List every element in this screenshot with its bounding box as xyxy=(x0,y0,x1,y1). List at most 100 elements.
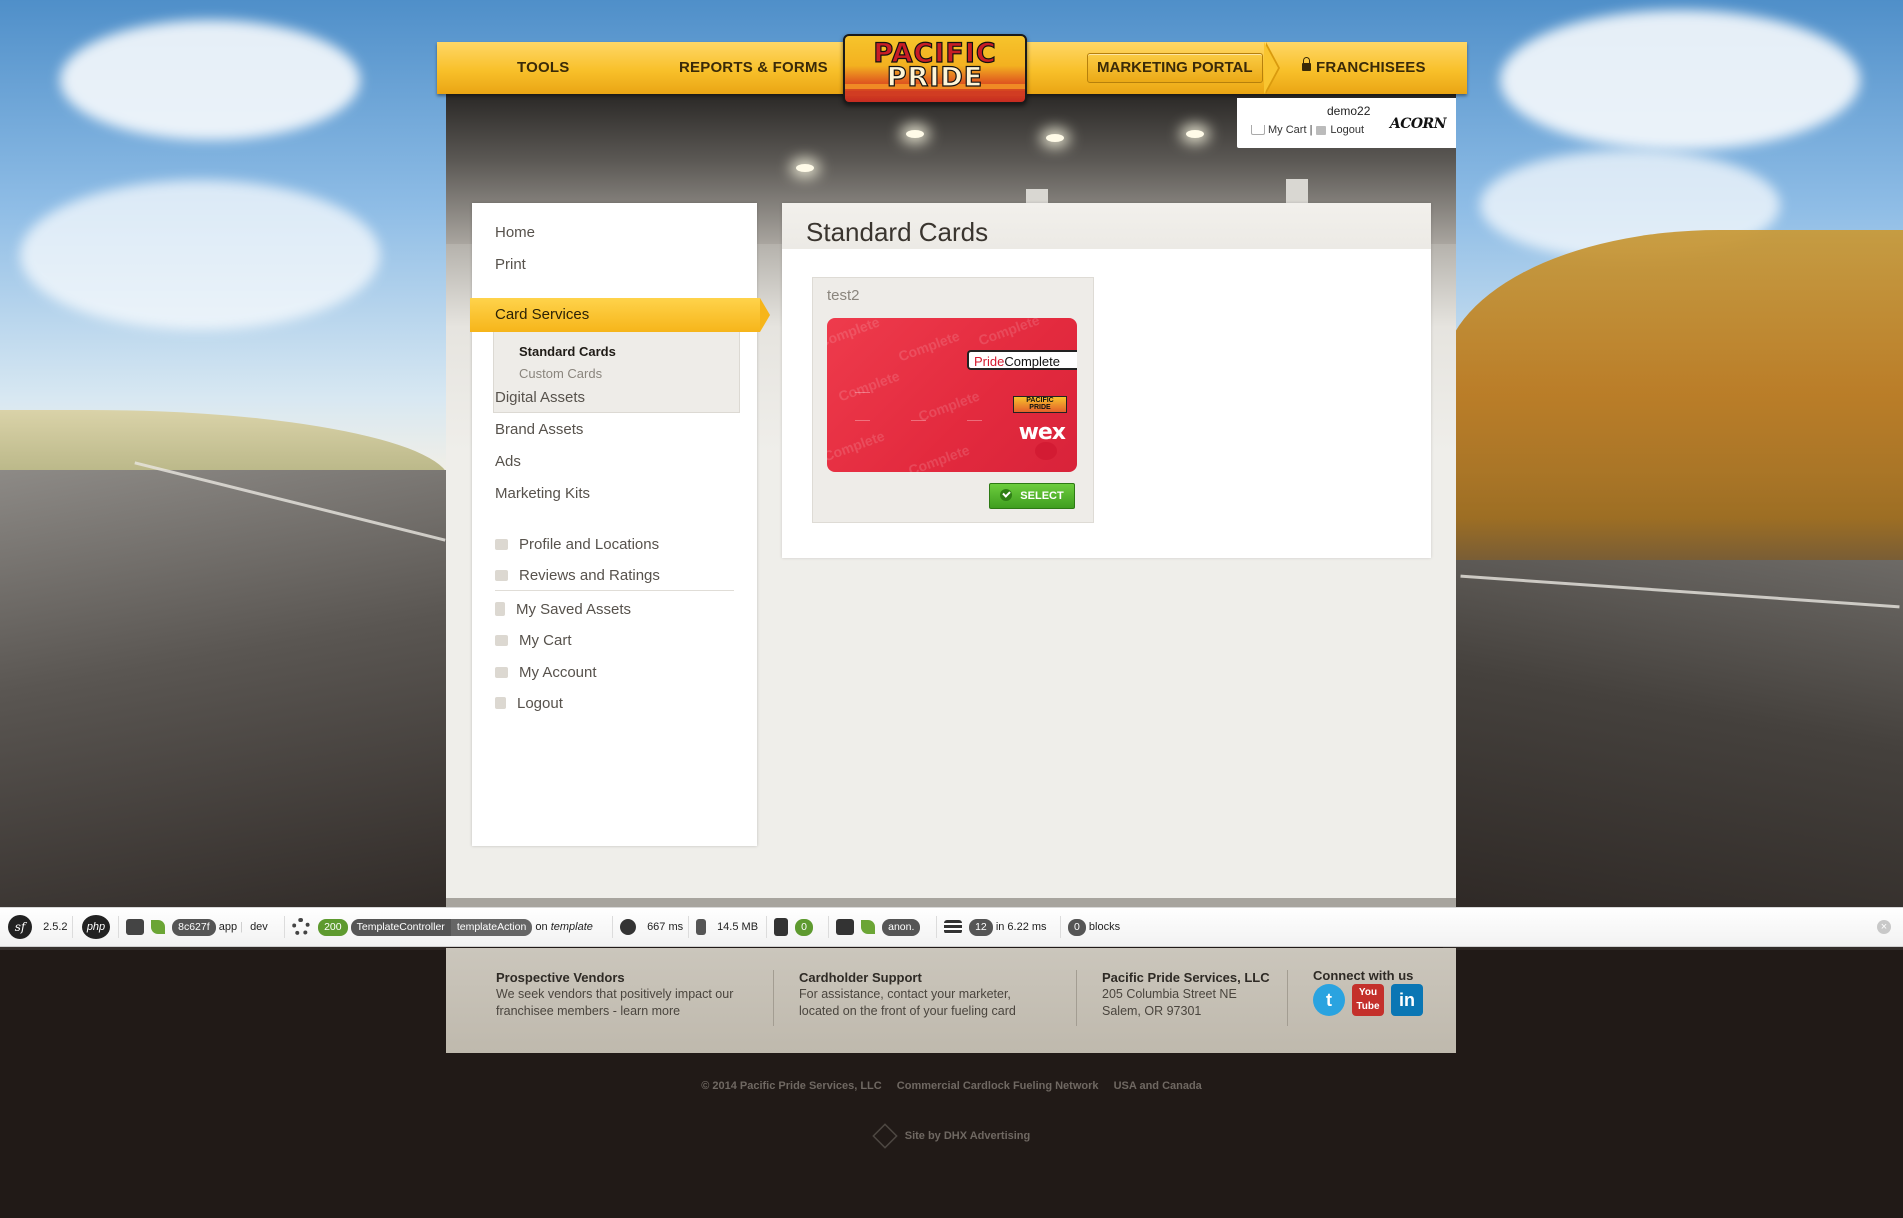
sidebar-item-reviews-ratings[interactable]: Reviews and Ratings xyxy=(495,567,660,584)
forms-info[interactable]: 0 xyxy=(774,908,813,946)
footer-text: located on the front of your fueling car… xyxy=(799,1004,1016,1018)
card-detail-mark: ——— xyxy=(967,418,982,424)
toolbar-separator xyxy=(688,916,689,938)
memory-info[interactable]: 14.5 MB xyxy=(696,908,758,946)
linkedin-icon[interactable]: in xyxy=(1391,984,1423,1016)
site-by-text: Site by DHX Advertising xyxy=(904,1129,1031,1142)
symfony-version[interactable]: sf 2.5.2 xyxy=(8,908,68,946)
grass-hill-right xyxy=(1443,230,1903,590)
nav-reports-forms[interactable]: REPORTS & FORMS xyxy=(679,42,828,94)
status-badge: 200 xyxy=(318,918,348,936)
blocks-info[interactable]: 0 blocks xyxy=(1068,908,1120,946)
brand-pride: Pride xyxy=(974,354,1005,369)
config-info[interactable]: 8c627f app | dev xyxy=(126,908,268,946)
php-logo-icon: php xyxy=(82,915,110,940)
leaf-icon xyxy=(861,920,876,935)
pacific-pride-logo[interactable]: PACIFIC PRIDE xyxy=(843,34,1027,104)
cart-icon xyxy=(1251,125,1265,136)
sidebar-item-brand-assets[interactable]: Brand Assets xyxy=(495,421,583,438)
sidebar-item-card-services[interactable]: Card Services xyxy=(470,298,770,332)
token-badge: 8c627f xyxy=(172,918,216,936)
user-badge: anon. xyxy=(882,918,921,936)
nav-franchisees[interactable]: FRANCHISEES xyxy=(1302,42,1426,94)
toolbar-separator xyxy=(612,916,613,938)
panel-header: Standard Cards xyxy=(782,203,1431,249)
footer-connect: Connect with us xyxy=(1313,967,1413,984)
comment-icon xyxy=(495,569,508,581)
nav-tools[interactable]: TOOLS xyxy=(517,42,569,94)
sidebar-item-home[interactable]: Home xyxy=(495,224,535,241)
card-detail-mark: ——— xyxy=(855,390,870,396)
building-icon xyxy=(495,538,508,550)
footer-vendors: Prospective Vendors We seek vendors that… xyxy=(496,969,733,1020)
sidebar-item-label: My Account xyxy=(519,664,597,681)
site-container: TOOLS REPORTS & FORMS MARKETING PORTAL F… xyxy=(437,34,1467,1053)
toolbar-separator xyxy=(1060,916,1061,938)
footer-address: Pacific Pride Services, LLC 205 Columbia… xyxy=(1102,969,1270,1020)
toolbar-separator xyxy=(828,916,829,938)
road-left xyxy=(0,470,450,950)
close-icon[interactable]: × xyxy=(1877,920,1891,934)
pride-complete-badge: PrideComplete xyxy=(967,350,1077,370)
sidebar-item-my-account[interactable]: My Account xyxy=(495,664,597,681)
link-separator: | xyxy=(1309,124,1313,136)
mini-logo-line2: PRIDE xyxy=(1029,404,1051,411)
network-text: Commercial Cardlock Fueling Network xyxy=(896,1080,1099,1092)
sidebar-item-label: Reviews and Ratings xyxy=(519,567,660,584)
lock-icon xyxy=(495,697,506,710)
road-right xyxy=(1443,560,1903,950)
twitter-icon[interactable]: t xyxy=(1313,984,1345,1016)
submenu-custom-cards[interactable]: Custom Cards xyxy=(519,366,602,381)
select-button-label: SELECT xyxy=(1020,490,1064,502)
select-button[interactable]: SELECT xyxy=(989,483,1075,509)
card-watermark: Complete xyxy=(836,367,902,405)
ceiling-light xyxy=(796,164,814,172)
main-panel: Standard Cards test2 Complete Complete C… xyxy=(782,203,1431,558)
php-info[interactable]: php xyxy=(82,908,110,946)
sidebar-item-saved-assets[interactable]: My Saved Assets xyxy=(495,601,631,618)
copyright-text: © 2014 Pacific Pride Services, LLC xyxy=(701,1080,882,1092)
sidebar-item-ads[interactable]: Ads xyxy=(495,453,521,470)
footer-divider xyxy=(1287,970,1288,1026)
request-info[interactable]: 200 TemplateController templateAction on… xyxy=(292,908,593,946)
footer-heading[interactable]: Prospective Vendors xyxy=(496,969,733,986)
card-watermark: Complete xyxy=(827,427,887,465)
sidebar-item-print[interactable]: Print xyxy=(495,256,526,273)
nav-marketing-portal[interactable]: MARKETING PORTAL xyxy=(1087,53,1263,83)
query-count-badge: 12 xyxy=(969,918,993,936)
config-icon xyxy=(126,919,144,936)
footer-heading[interactable]: Cardholder Support xyxy=(799,969,1016,986)
card-preview-image[interactable]: Complete Complete Complete Complete Comp… xyxy=(827,318,1077,472)
sidebar-item-my-cart[interactable]: My Cart xyxy=(495,632,572,649)
env-name: dev xyxy=(250,921,268,933)
route-name: template xyxy=(550,921,593,933)
account-icon xyxy=(495,666,508,678)
site-by-line[interactable]: Site by DHX Advertising xyxy=(0,1123,1903,1149)
sidebar-item-label: Logout xyxy=(517,695,563,712)
nav-franchisees-label: FRANCHISEES xyxy=(1316,59,1426,76)
wex-logo: wex xyxy=(1018,420,1066,445)
symfony-logo-icon: sf xyxy=(8,915,32,940)
footer-divider xyxy=(1076,970,1077,1026)
sidebar-item-logout[interactable]: Logout xyxy=(495,695,563,712)
youtube-icon[interactable]: You Tube xyxy=(1352,984,1384,1016)
my-cart-link[interactable]: My Cart xyxy=(1268,124,1307,136)
sidebar-item-profile-locations[interactable]: Profile and Locations xyxy=(495,536,659,553)
ceiling-light xyxy=(906,130,924,138)
sidebar-item-digital-assets[interactable]: Digital Assets xyxy=(495,389,585,406)
page-title: Standard Cards xyxy=(806,217,989,247)
database-icon xyxy=(944,920,962,935)
sidebar-item-label: Card Services xyxy=(495,306,590,323)
lock-icon xyxy=(1316,125,1327,135)
sidebar-item-label: My Cart xyxy=(519,632,572,649)
card-watermark: Complete xyxy=(976,318,1042,349)
footer-text[interactable]: franchisee members - learn more xyxy=(496,1003,733,1020)
sidebar-item-marketing-kits[interactable]: Marketing Kits xyxy=(495,485,590,502)
security-info[interactable]: anon. xyxy=(836,908,921,946)
submenu-standard-cards[interactable]: Standard Cards xyxy=(519,344,616,359)
sidebar-item-label: Profile and Locations xyxy=(519,536,660,553)
logout-link[interactable]: Logout xyxy=(1330,124,1364,136)
db-info[interactable]: 12 in 6.22 ms xyxy=(944,908,1047,946)
copyright-line: © 2014 Pacific Pride Services, LLC Comme… xyxy=(0,1080,1903,1092)
timer-info[interactable]: 667 ms xyxy=(620,908,683,946)
